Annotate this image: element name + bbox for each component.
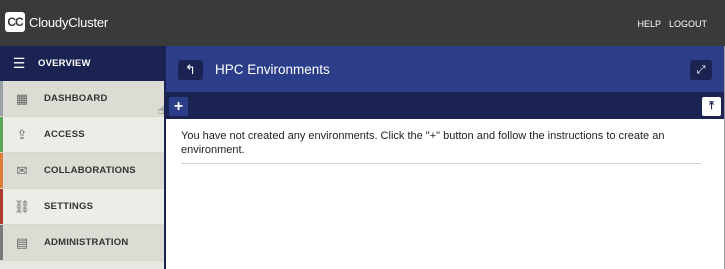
mouse-cursor-icon: ☝	[158, 105, 165, 117]
sidebar-item-access[interactable]: ⇪ ACCESS	[0, 117, 164, 153]
sidebar-header: ☰ OVERVIEW	[0, 46, 164, 81]
sidebar-item-label: DASHBOARD	[44, 93, 108, 104]
sidebar-stripe	[0, 153, 3, 188]
page-title: HPC Environments	[215, 62, 330, 77]
sidebar-item-collaborations[interactable]: ✉ COLLABORATIONS	[0, 153, 164, 189]
logout-link[interactable]: LOGOUT	[669, 19, 707, 29]
cloudycluster-logo[interactable]: CC	[5, 12, 25, 32]
sidebar-item-label: ACCESS	[44, 129, 85, 140]
back-button[interactable]: ↰	[178, 60, 203, 80]
sidebar-item-settings[interactable]: ⛓ SETTINGS	[0, 189, 164, 225]
content-panel: You have not created any environments. C…	[166, 119, 725, 269]
brand-name[interactable]: CloudyCluster	[29, 15, 108, 30]
toolbar: + ⤒	[166, 92, 725, 119]
sidebar-item-label: COLLABORATIONS	[44, 165, 136, 176]
sidebar-stripe	[0, 81, 3, 116]
id-card-icon: ▤	[15, 234, 29, 250]
sidebar-item-label: ADMINISTRATION	[44, 237, 129, 248]
sidebar-item-label: SETTINGS	[44, 201, 94, 212]
add-environment-button[interactable]: +	[169, 97, 188, 116]
upload-icon: ⇪	[16, 126, 28, 142]
sidebar-stripe	[0, 189, 3, 224]
sidebar-item-dashboard[interactable]: ▦ DASHBOARD	[0, 81, 164, 117]
building-icon: ▦	[15, 90, 29, 106]
sidebar-stripe	[0, 117, 3, 152]
envelope-icon: ✉	[16, 162, 28, 178]
sidebar-item-overview[interactable]: OVERVIEW	[38, 58, 91, 69]
expand-icon[interactable]: ⤢	[690, 60, 712, 80]
top-links: HELP LOGOUT	[637, 19, 707, 29]
help-link[interactable]: HELP	[637, 19, 661, 29]
upload-icon[interactable]: ⤒	[702, 97, 721, 116]
sidebar-stripe	[0, 225, 3, 260]
menu-icon[interactable]: ☰	[0, 46, 38, 81]
empty-state-message: You have not created any environments. C…	[181, 129, 701, 164]
top-bar: CC CloudyCluster HELP LOGOUT	[0, 0, 725, 46]
sidebar: ☰ OVERVIEW ▦ DASHBOARD ⇪ ACCESS ✉ COLLAB…	[0, 46, 164, 269]
sidebar-item-administration[interactable]: ▤ ADMINISTRATION	[0, 225, 164, 261]
main-header: ↰ HPC Environments ⤢	[166, 46, 725, 92]
link-icon: ⛓	[13, 198, 31, 214]
